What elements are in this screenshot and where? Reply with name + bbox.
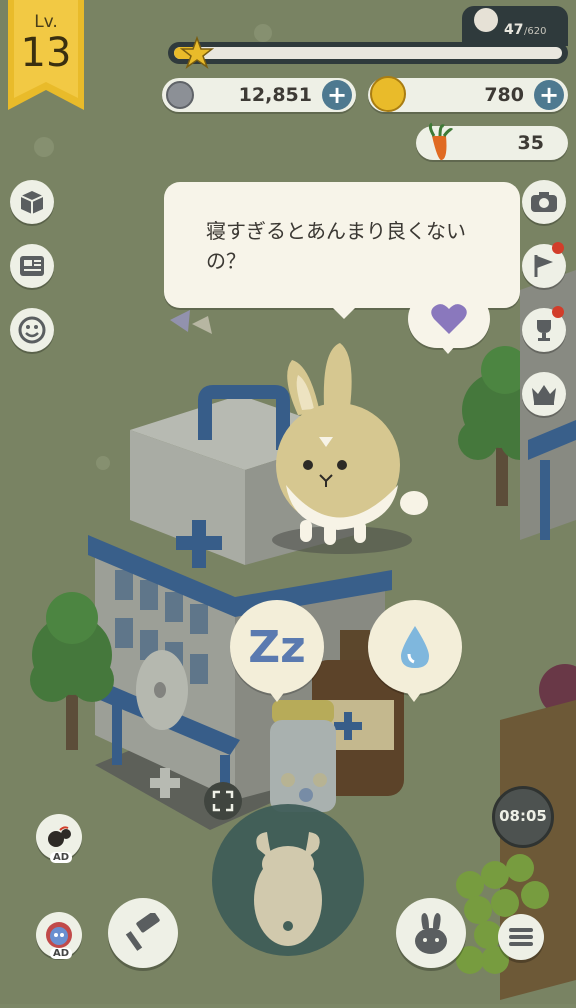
xp-value: 47 [504, 22, 524, 38]
carrot-counter: 35 [416, 122, 568, 161]
trophy-icon [537, 320, 551, 341]
rabbit-character[interactable] [262, 335, 432, 555]
gold-coin-icon [370, 76, 406, 112]
hamburger-icon [509, 928, 533, 946]
need-water-bubble[interactable] [368, 600, 462, 694]
camera-button[interactable] [522, 180, 566, 224]
speech-bubble-tail [330, 305, 358, 319]
heart-bubble-tail [440, 345, 456, 354]
speech-text: 寝すぎるとあんまり良くないの？ [206, 219, 466, 273]
rabbit-silhouette-icon [254, 832, 322, 946]
bomb-icon [48, 826, 71, 847]
gold-value: 780 [484, 84, 524, 106]
water-drop-icon [401, 626, 429, 668]
add-gold-button[interactable]: + [534, 80, 564, 110]
build-hammer-button[interactable] [108, 898, 178, 968]
gold-counter: 780 + [368, 76, 568, 112]
sleep-zz-icon: Zz [248, 621, 306, 673]
camera-icon [531, 192, 557, 212]
carrot-icon [428, 122, 454, 161]
box-icon [20, 191, 44, 214]
smiley-icon [18, 316, 46, 344]
timer-text: 08:05 [499, 807, 547, 825]
news-button[interactable] [10, 244, 54, 288]
rabbit-menu-button[interactable] [396, 898, 466, 968]
level-value: 13 [20, 30, 72, 76]
character-face-icon [46, 922, 72, 948]
xp-counter-panel: 47 /620 [462, 6, 568, 46]
coin-counter: 12,851 + [162, 78, 356, 112]
rabbit-action-button[interactable] [212, 804, 364, 956]
level-badge: Lv. 13 [8, 0, 84, 110]
emotion-button[interactable] [10, 308, 54, 352]
newspaper-icon [20, 256, 44, 276]
coin-value: 12,851 [238, 84, 312, 106]
heart-bubble [408, 290, 490, 348]
notification-dot [552, 242, 564, 254]
xp-bar [168, 42, 568, 64]
need-sleep-bubble[interactable]: Zz [230, 600, 324, 694]
rabbit-head-icon [415, 913, 447, 954]
add-coins-button[interactable]: + [322, 80, 352, 110]
need-sleep-tail [268, 690, 286, 702]
notification-dot [552, 306, 564, 318]
speech-bubble: 寝すぎるとあんまり良くないの？ [164, 182, 520, 308]
storage-box-button[interactable] [10, 180, 54, 224]
avatar [474, 8, 498, 32]
coin-icon [166, 81, 194, 109]
game-scene: 寝すぎるとあんまり良くないの？ Zz Lv. 13 47 /620 12,851… [0, 0, 576, 1004]
ad-label-1: AD [50, 852, 73, 863]
timer-badge[interactable]: 08:05 [492, 786, 554, 848]
carrot-value: 35 [517, 132, 544, 154]
heart-icon [431, 304, 467, 334]
main-menu-button[interactable] [498, 914, 544, 960]
xp-bar-track [174, 47, 562, 59]
ranking-button[interactable] [522, 372, 566, 416]
crown-icon [532, 385, 556, 405]
hammer-icon [125, 913, 160, 951]
ad-label-2: AD [50, 948, 73, 959]
flag-icon [534, 255, 553, 277]
xp-max: /620 [524, 26, 547, 37]
star-icon [180, 36, 214, 69]
need-water-tail [405, 690, 423, 702]
level-label: Lv. [34, 12, 58, 32]
